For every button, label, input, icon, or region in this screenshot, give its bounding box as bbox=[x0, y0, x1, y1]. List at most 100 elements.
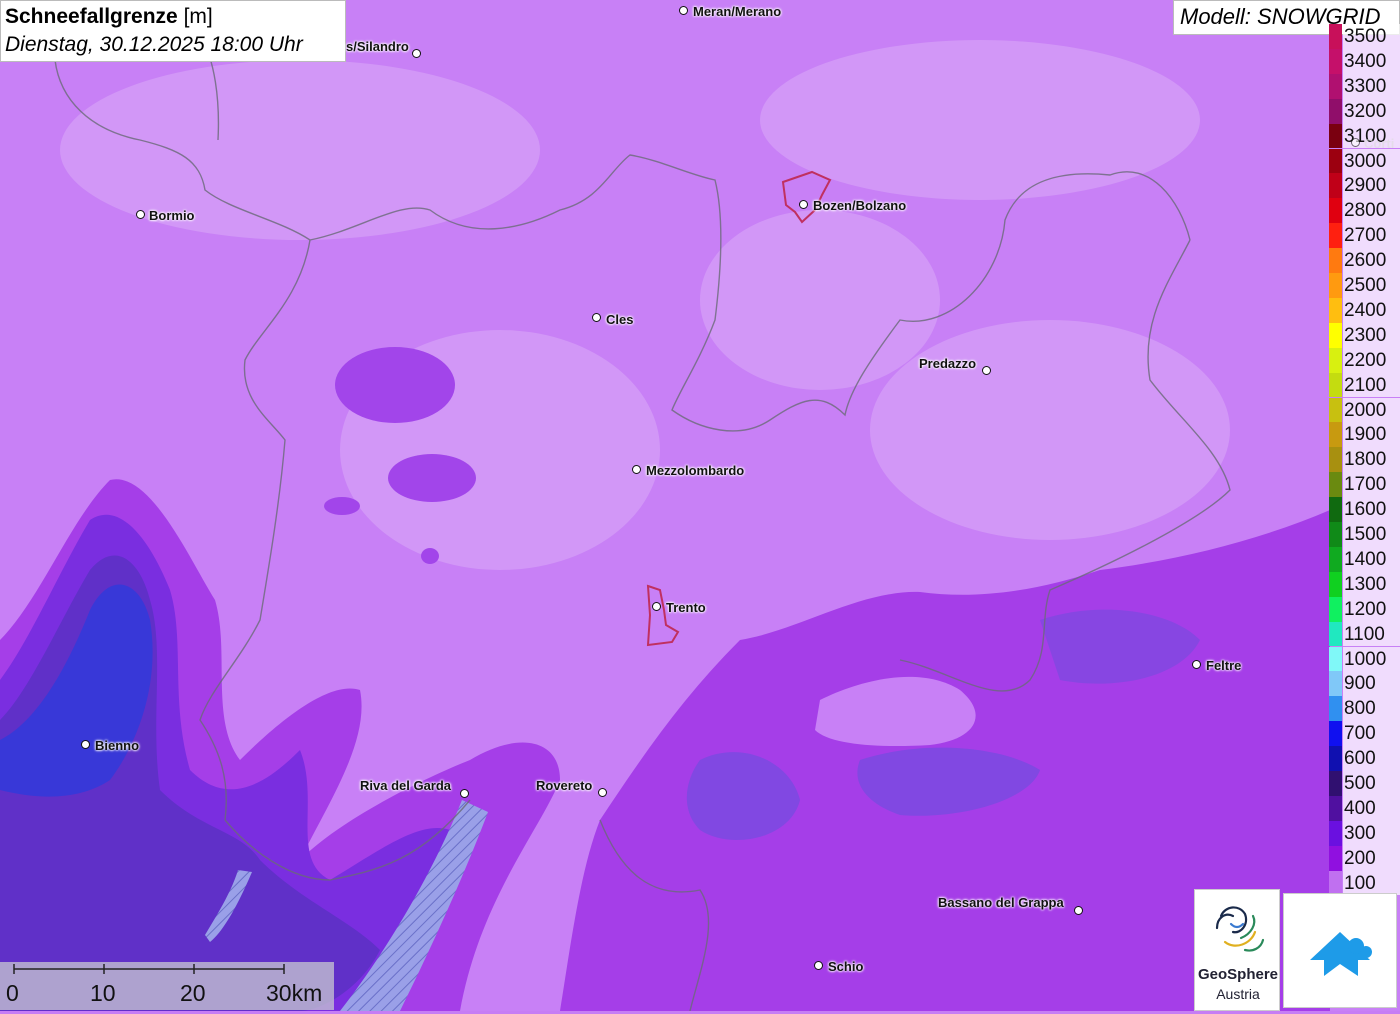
legend-swatch bbox=[1329, 571, 1342, 597]
legend-row-2200: 2200 bbox=[1329, 347, 1400, 373]
legend-row-1300: 1300 bbox=[1329, 571, 1400, 597]
legend-label: 200 bbox=[1343, 845, 1400, 871]
legend-swatch bbox=[1329, 173, 1342, 199]
map-title-unit: [m] bbox=[183, 5, 213, 28]
legend-label: 2400 bbox=[1343, 297, 1400, 323]
map-title-parameter: Schneefallgrenze bbox=[5, 5, 178, 28]
city-label-meran-merano[interactable]: Meran/Merano bbox=[693, 4, 781, 19]
scale-tick-30: 30km bbox=[266, 980, 323, 1006]
city-label-s-silandro[interactable]: s/Silandro bbox=[346, 39, 409, 54]
legend-label: 1500 bbox=[1343, 522, 1400, 547]
legend-swatch bbox=[1329, 721, 1342, 747]
legend-row-1800: 1800 bbox=[1329, 447, 1400, 473]
legend-row-400: 400 bbox=[1329, 795, 1400, 821]
color-legend: 3500 3400 3300 3200 3100 3000 2900 2800 2700 2600… bbox=[1329, 24, 1400, 896]
legend-row-800: 800 bbox=[1329, 696, 1400, 722]
legend-label: 900 bbox=[1343, 671, 1400, 697]
legend-row-3500: 3500 bbox=[1329, 24, 1400, 49]
legend-label: 1200 bbox=[1343, 596, 1400, 622]
legend-row-3300: 3300 bbox=[1329, 73, 1400, 99]
city-label-predazzo[interactable]: Predazzo bbox=[919, 356, 976, 371]
geosphere-logo-mark bbox=[1215, 906, 1265, 952]
legend-swatch bbox=[1329, 497, 1342, 522]
legend-row-600: 600 bbox=[1329, 746, 1400, 771]
legend-swatch bbox=[1329, 24, 1342, 49]
legend-swatch bbox=[1329, 820, 1342, 846]
legend-row-1600: 1600 bbox=[1329, 497, 1400, 522]
legend-swatch bbox=[1329, 522, 1342, 547]
legend-row-3200: 3200 bbox=[1329, 98, 1400, 124]
legend-label: 3400 bbox=[1343, 48, 1400, 74]
city-marker-cles[interactable] bbox=[592, 313, 601, 322]
city-marker-bozen-bolzano[interactable] bbox=[799, 200, 808, 209]
legend-swatch bbox=[1329, 771, 1342, 796]
city-marker-predazzo[interactable] bbox=[982, 366, 991, 375]
legend-label: 1600 bbox=[1343, 497, 1400, 522]
legend-swatch bbox=[1329, 447, 1342, 473]
field-blob-3 bbox=[324, 497, 360, 515]
legend-row-1500: 1500 bbox=[1329, 522, 1400, 547]
city-label-cles[interactable]: Cles bbox=[606, 312, 633, 327]
legend-label: 2500 bbox=[1343, 273, 1400, 298]
city-marker-trento[interactable] bbox=[652, 602, 661, 611]
city-marker-bassano-del-grappa[interactable] bbox=[1074, 906, 1083, 915]
legend-label: 2300 bbox=[1343, 322, 1400, 348]
legend-row-2700: 2700 bbox=[1329, 223, 1400, 249]
city-marker-s-silandro[interactable] bbox=[412, 49, 421, 58]
legend-swatch bbox=[1329, 297, 1342, 323]
scale-tick-0: 0 bbox=[6, 980, 19, 1006]
legend-row-500: 500 bbox=[1329, 771, 1400, 796]
legend-swatch bbox=[1329, 98, 1342, 124]
city-label-rovereto[interactable]: Rovereto bbox=[536, 778, 592, 793]
legend-row-2400: 2400 bbox=[1329, 297, 1400, 323]
legend-label: 3500 bbox=[1343, 24, 1400, 49]
city-label-bozen-bolzano[interactable]: Bozen/Bolzano bbox=[813, 198, 906, 213]
snowfall-limit-map[interactable] bbox=[0, 0, 1400, 1011]
city-marker-corti[interactable] bbox=[1351, 138, 1360, 147]
city-marker-schio[interactable] bbox=[814, 961, 823, 970]
legend-label: 1700 bbox=[1343, 472, 1400, 498]
city-marker-rovereto[interactable] bbox=[598, 788, 607, 797]
city-label-schio[interactable]: Schio bbox=[828, 959, 863, 974]
city-marker-riva-del-garda[interactable] bbox=[460, 789, 469, 798]
legend-swatch bbox=[1329, 347, 1342, 373]
legend-label: 2000 bbox=[1343, 397, 1400, 423]
legend-label: 3000 bbox=[1343, 148, 1400, 174]
city-label-mezzolombardo[interactable]: Mezzolombardo bbox=[646, 463, 744, 478]
city-marker-mezzolombardo[interactable] bbox=[632, 465, 641, 474]
legend-swatch bbox=[1329, 322, 1342, 348]
city-label-bienno[interactable]: Bienno bbox=[95, 738, 139, 753]
legend-label: 1100 bbox=[1343, 621, 1400, 647]
city-label-trento[interactable]: Trento bbox=[666, 600, 706, 615]
legend-row-2800: 2800 bbox=[1329, 198, 1400, 224]
legend-label: 2900 bbox=[1343, 173, 1400, 199]
legend-label: 2600 bbox=[1343, 248, 1400, 273]
weather-app-logo[interactable] bbox=[1283, 893, 1397, 1008]
legend-row-2500: 2500 bbox=[1329, 273, 1400, 298]
map-title-box: Schneefallgrenze [m] Dienstag, 30.12.202… bbox=[0, 0, 346, 62]
legend-label: 500 bbox=[1343, 771, 1400, 796]
city-label-feltre[interactable]: Feltre bbox=[1206, 658, 1241, 673]
legend-row-1000: 1000 bbox=[1329, 646, 1400, 672]
legend-label: 800 bbox=[1343, 696, 1400, 722]
city-label-riva-del-garda[interactable]: Riva del Garda bbox=[360, 778, 451, 793]
legend-row-2600: 2600 bbox=[1329, 248, 1400, 273]
city-label-corti[interactable]: Corti bbox=[1364, 136, 1394, 151]
city-label-bormio[interactable]: Bormio bbox=[149, 208, 195, 223]
legend-row-2300: 2300 bbox=[1329, 322, 1400, 348]
city-marker-feltre[interactable] bbox=[1192, 660, 1201, 669]
city-marker-bormio[interactable] bbox=[136, 210, 145, 219]
legend-label: 3200 bbox=[1343, 98, 1400, 124]
legend-label: 2200 bbox=[1343, 347, 1400, 373]
legend-swatch bbox=[1329, 48, 1342, 74]
city-marker-meran-merano[interactable] bbox=[679, 6, 688, 15]
legend-row-2100: 2100 bbox=[1329, 372, 1400, 398]
geosphere-sub: Austria bbox=[1216, 986, 1260, 1002]
city-marker-bienno[interactable] bbox=[81, 740, 90, 749]
geosphere-logo[interactable]: GeoSphere Austria bbox=[1194, 889, 1280, 1011]
legend-row-900: 900 bbox=[1329, 671, 1400, 697]
city-label-bassano-del-grappa[interactable]: Bassano del Grappa bbox=[938, 895, 1064, 910]
legend-swatch bbox=[1329, 845, 1342, 871]
legend-row-3000: 3000 bbox=[1329, 148, 1400, 174]
legend-label: 600 bbox=[1343, 746, 1400, 771]
